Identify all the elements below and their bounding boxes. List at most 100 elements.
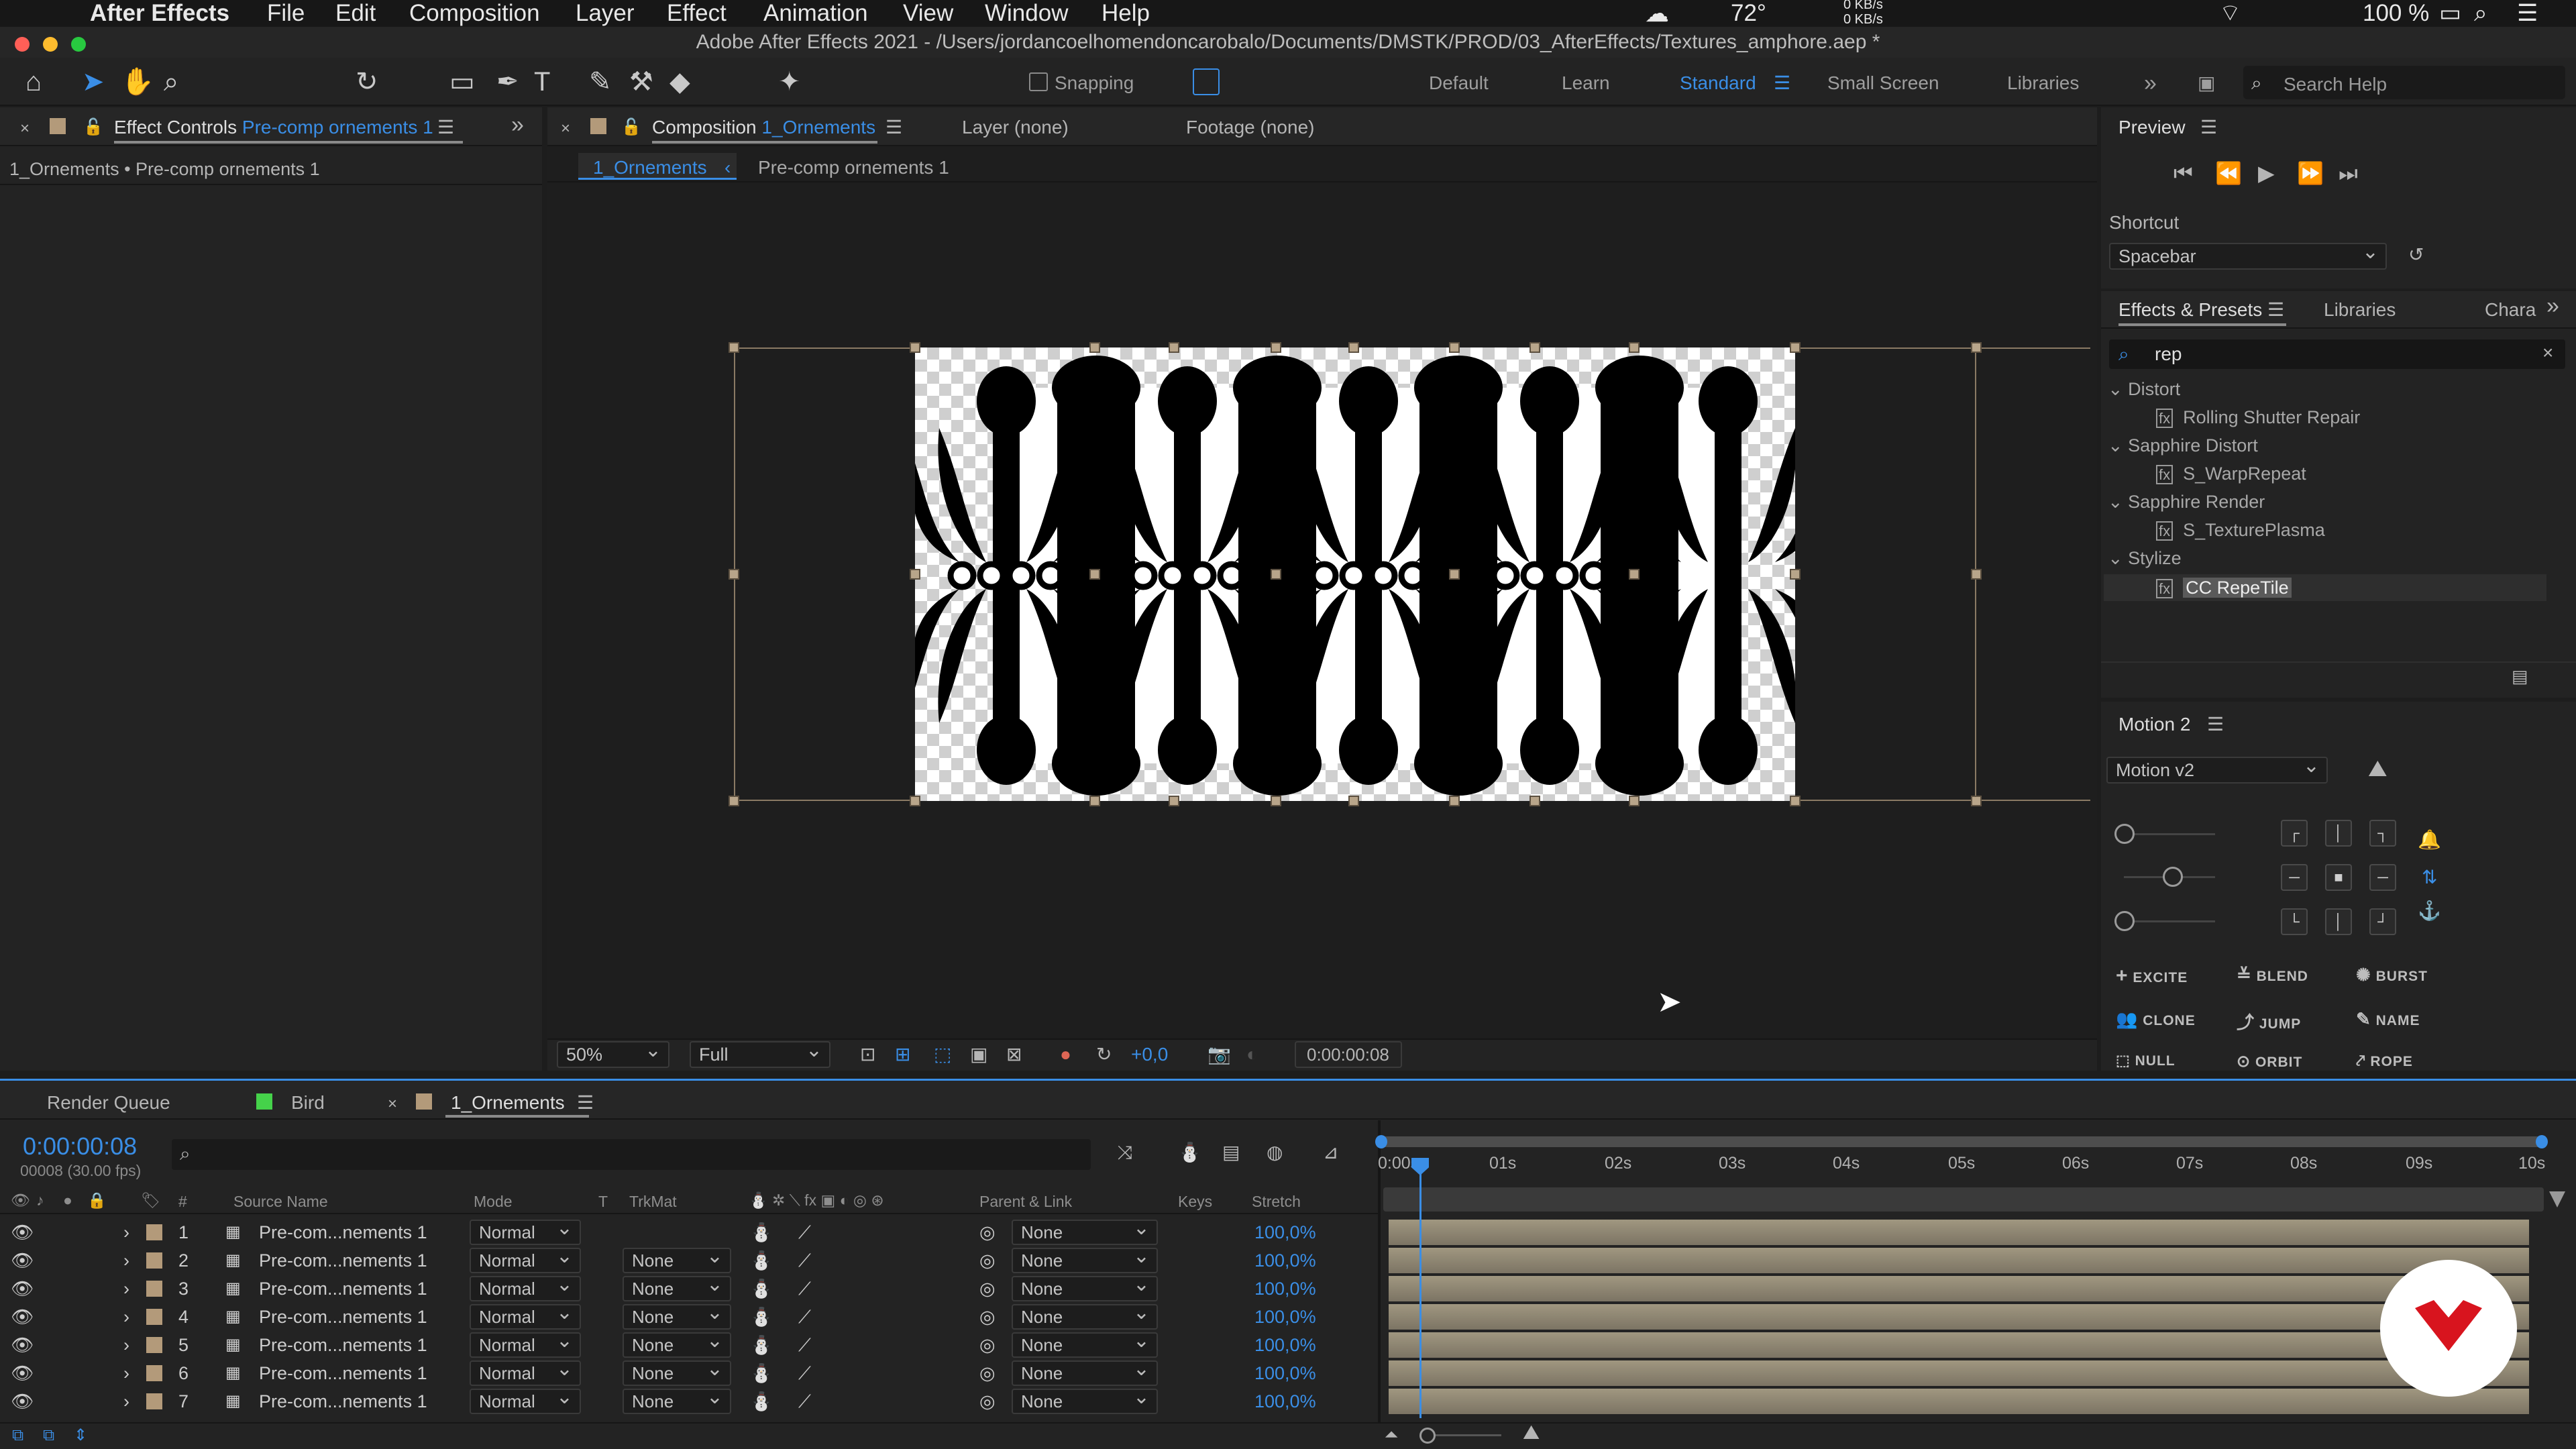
trkmat-dropdown[interactable]: None [623,1386,731,1414]
motion-slider-knob[interactable] [2114,824,2135,844]
label-color-swatch[interactable] [146,1309,162,1325]
trkmat-dropdown[interactable]: None [623,1330,731,1358]
eye-icon[interactable]: 👁 [11,1246,34,1275]
play-icon[interactable]: ▶ [2258,161,2275,185]
workspace-default[interactable]: Default [1429,71,1489,95]
composition-canvas[interactable] [915,347,1795,801]
effects-presets-tab[interactable]: Effects & Presets [2118,298,2262,322]
panel-menu-icon[interactable]: ☰ [885,115,902,140]
panel-menu-icon[interactable]: ☰ [437,115,454,140]
snapshot-icon[interactable]: 📷 [1208,1042,1231,1067]
transform-handle[interactable] [1271,569,1281,580]
layer-name[interactable]: Pre-com...nements 1 [259,1275,427,1303]
layer-name[interactable]: Pre-com...nements 1 [259,1218,427,1246]
parent-pickwhip-icon[interactable]: ◎ [979,1387,996,1415]
tree-group-stylize[interactable]: ⌄ Stylize [2108,545,2182,572]
transform-handle[interactable] [1629,342,1640,353]
transform-handle[interactable] [729,569,739,580]
anchor-top-right-button[interactable]: ┐ [2369,820,2396,847]
quality-switch-icon[interactable]: ⟋ [798,1331,811,1359]
brush-tool-icon[interactable]: ✎ [589,67,612,97]
mode-dropdown[interactable]: Normal [470,1386,581,1414]
expand-chevron-icon[interactable]: › [123,1303,129,1331]
layer-name[interactable]: Pre-com...nements 1 [259,1387,427,1415]
transform-handle[interactable] [910,569,920,580]
libraries-tab[interactable]: Libraries [2324,298,2396,322]
close-tab-icon[interactable]: × [20,117,30,141]
exposure-value[interactable]: +0,0 [1131,1042,1168,1067]
workspace-standard[interactable]: Standard [1680,71,1756,95]
expand-chevron-icon[interactable]: › [123,1218,129,1246]
first-frame-icon[interactable]: ⏮ [2174,161,2193,185]
transform-handle[interactable] [1529,796,1540,806]
effect-item[interactable]: fx S_TexturePlasma [2156,517,2325,545]
mode-dropdown[interactable]: Normal [470,1330,581,1358]
guides-icon[interactable]: ⊠ [1006,1042,1022,1067]
null-button[interactable]: ⬚ NULL [2116,1052,2176,1069]
zoom-out-icon[interactable]: ⏶ [1385,1422,1399,1446]
table-row[interactable]: 👁 › 5 ▦ Pre-com...nements 1 Normal None … [0,1330,1378,1359]
effect-item[interactable]: fx S_WarpRepeat [2156,460,2306,488]
tree-group-sapphire-distort[interactable]: ⌄ Sapphire Distort [2108,432,2258,459]
transform-handle[interactable] [1449,796,1460,806]
transform-handle[interactable] [1169,342,1179,353]
layer-duration-bar[interactable] [1389,1276,2529,1301]
transform-handle[interactable] [910,796,920,806]
anchor-icon[interactable]: ⚓ [2418,899,2441,923]
stretch-header[interactable]: Stretch [1252,1193,1301,1211]
stretch-value[interactable]: 100,0% [1254,1303,1316,1331]
rectangle-tool-icon[interactable]: ▭ [449,67,475,97]
puppet-tool-icon[interactable]: ✦ [778,67,801,97]
layer-duration-bar[interactable] [1389,1304,2529,1330]
label-color-swatch[interactable] [146,1393,162,1409]
workspace-learn[interactable]: Learn [1562,71,1610,95]
transform-handle[interactable] [1348,796,1359,806]
layer-duration-bar[interactable] [1389,1360,2529,1386]
label-color-swatch[interactable] [146,1337,162,1353]
anchor-right-button[interactable]: ─ [2369,864,2396,891]
label-color-swatch[interactable] [146,1224,162,1240]
frame-blending-icon[interactable]: ▤ [1222,1140,1240,1165]
effects-search-value[interactable]: rep [2155,342,2182,366]
rope-button[interactable]: ⤤ ROPE [2356,1052,2413,1071]
menu-layer[interactable]: Layer [576,0,635,27]
temperature[interactable]: 72° [1731,0,1766,27]
transform-handle[interactable] [1971,796,1982,806]
panel-menu-icon[interactable]: ☰ [2207,712,2224,737]
quality-switch-icon[interactable]: ⟋ [798,1275,811,1303]
parent-dropdown[interactable]: None [1012,1217,1158,1245]
parent-dropdown[interactable]: None [1012,1358,1158,1386]
anchor-bottom-right-button[interactable]: ┘ [2369,908,2396,935]
menu-edit[interactable]: Edit [335,0,376,27]
quality-switch-icon[interactable]: ⟋ [798,1359,811,1387]
transfer-controls-toggle-icon[interactable]: ⧉ [43,1424,54,1448]
zoom-tool-icon[interactable]: ⌕ [164,67,178,97]
sync-settings-icon[interactable]: ▣ [2198,71,2215,95]
clone-stamp-tool-icon[interactable]: ⚒ [629,67,653,97]
expand-chevron-icon[interactable]: › [123,1359,129,1387]
menu-file[interactable]: File [267,0,305,27]
effect-item-selected[interactable]: fx CC RepeTile [2156,574,2292,602]
parent-pickwhip-icon[interactable]: ◎ [979,1359,996,1387]
home-icon[interactable]: ⌂ [25,67,42,97]
panel-menu-icon[interactable]: ☰ [2267,298,2284,322]
transform-handle[interactable] [1629,796,1640,806]
spotlight-icon[interactable]: ⌕ [2474,0,2487,27]
swap-icon[interactable]: ⇅ [2422,865,2437,890]
quality-switch-icon[interactable]: ⟋ [798,1218,811,1246]
transform-handle[interactable] [1271,796,1281,806]
transform-handle[interactable] [1790,796,1801,806]
mode-header[interactable]: Mode [474,1193,513,1211]
ornements-tab[interactable]: 1_Ornements [451,1091,565,1115]
region-of-interest-icon[interactable]: ▣ [970,1042,987,1067]
quality-switch-icon[interactable]: ⟋ [798,1246,811,1275]
channels-icon[interactable]: ● [1060,1042,1071,1067]
previous-frame-icon[interactable]: ⏪ [2215,161,2242,185]
trkmat-dropdown[interactable]: None [623,1358,731,1386]
control-center-icon[interactable]: ☰ [2517,0,2538,27]
transform-handle[interactable] [1348,342,1359,353]
close-tab-icon[interactable]: × [388,1092,397,1116]
work-area-bar[interactable] [1379,1136,2544,1147]
layer-name[interactable]: Pre-com...nements 1 [259,1331,427,1359]
layer-switches-toggle-icon[interactable]: ⧉ [12,1424,23,1448]
